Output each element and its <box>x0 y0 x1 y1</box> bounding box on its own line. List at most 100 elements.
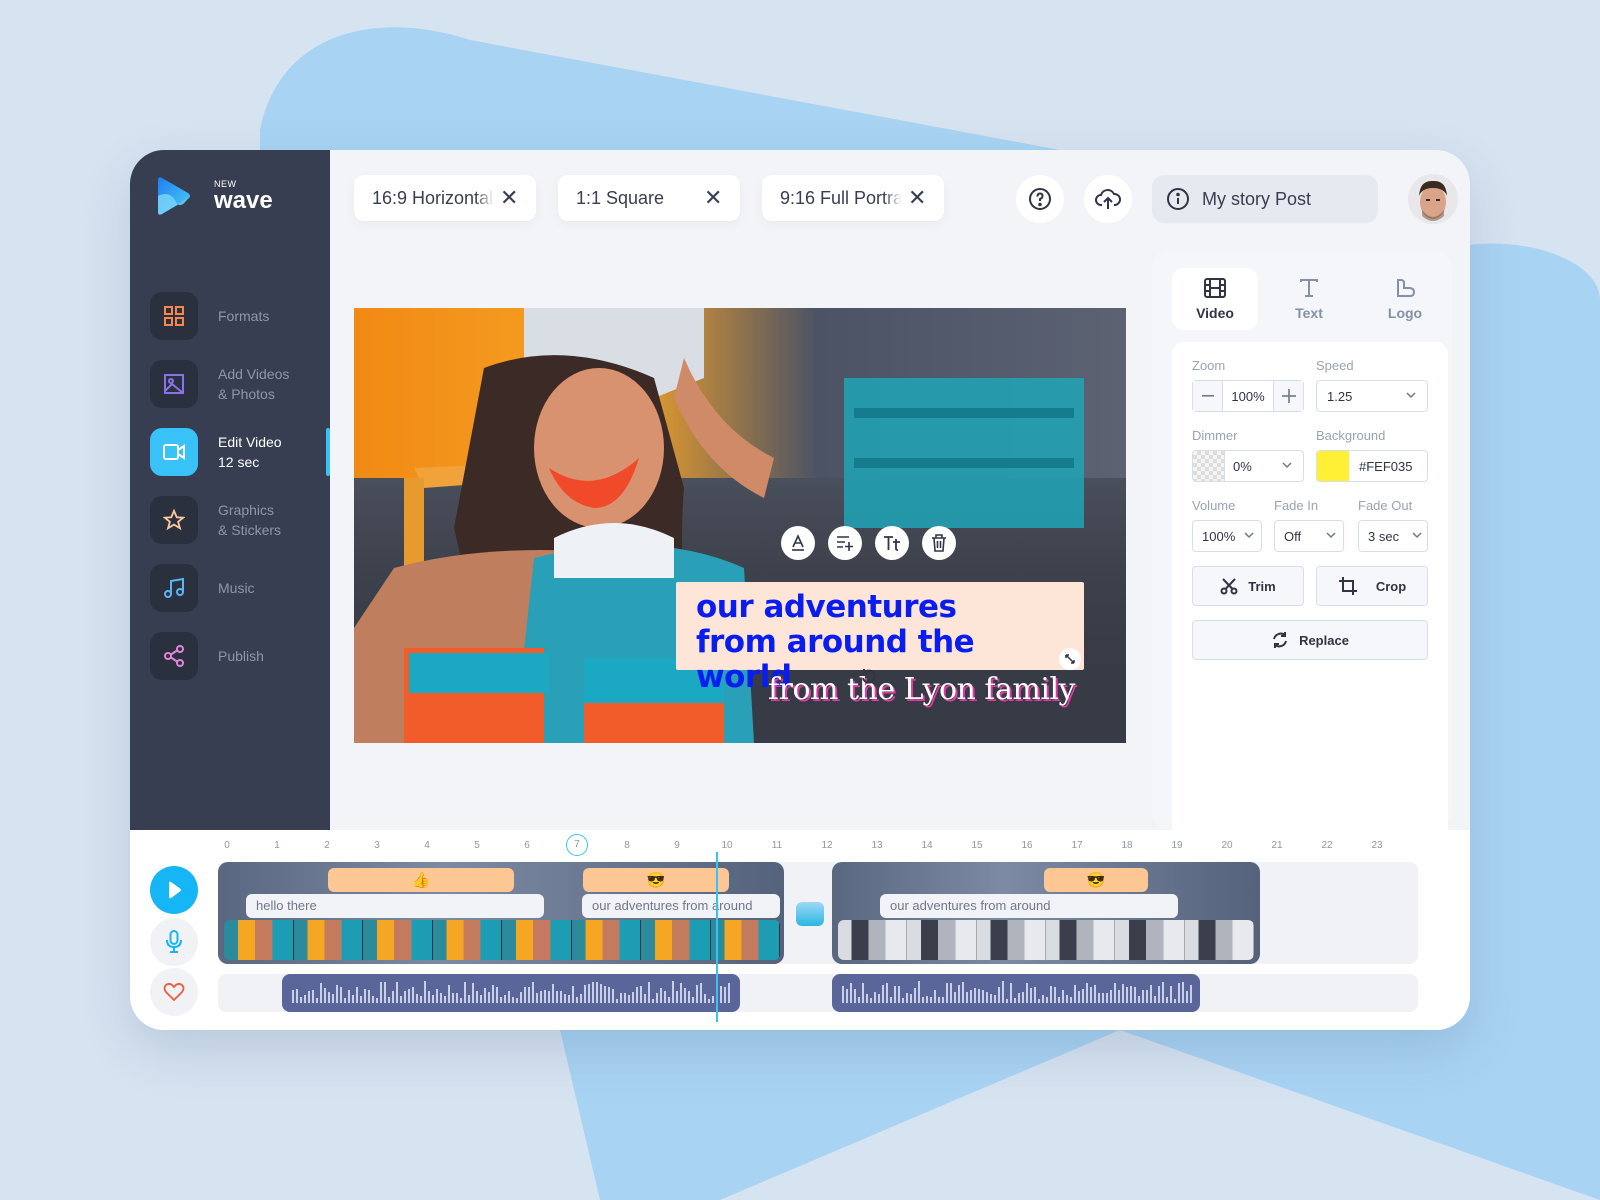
background-color-field[interactable]: #FEF035 <box>1316 450 1428 482</box>
waveform-bar <box>564 994 566 1003</box>
tab-text[interactable]: Text <box>1266 268 1352 330</box>
logo[interactable]: NEW wave <box>156 176 273 216</box>
sidebar-item-add-videos-photos[interactable]: Add Videos & Photos <box>150 360 289 408</box>
project-title-field[interactable]: My story Post <box>1152 175 1378 223</box>
waveform-bar <box>656 992 658 1003</box>
video-clip-1[interactable]: 👍 😎 hello there our adventures from arou… <box>218 862 784 964</box>
user-avatar[interactable] <box>1408 174 1458 224</box>
upload-button[interactable] <box>1084 175 1132 223</box>
font-size-button[interactable] <box>875 526 909 560</box>
waveform-bar <box>616 998 618 1003</box>
text-overlay-item[interactable]: hello there <box>246 894 544 918</box>
waveform-bar <box>982 989 984 1003</box>
waveform-bar <box>412 986 414 1003</box>
timeline-tick: 13 <box>871 840 883 851</box>
tab-logo[interactable]: Logo <box>1362 268 1448 330</box>
tab-video[interactable]: Video <box>1172 268 1258 330</box>
dimmer-value: 0% <box>1233 458 1252 474</box>
waveform-bar <box>854 989 856 1003</box>
format-tab-label: 1:1 Square <box>576 187 665 208</box>
playhead[interactable] <box>716 852 718 1022</box>
text-overlay-item[interactable]: our adventures from around <box>880 894 1178 918</box>
waveform-bar <box>592 981 594 1003</box>
star-icon <box>163 509 185 531</box>
dimmer-label: Dimmer <box>1192 428 1238 443</box>
sidebar-item-formats[interactable]: Formats <box>150 292 289 340</box>
waveform-bar <box>516 998 518 1003</box>
waveform-bar <box>328 991 330 1003</box>
refresh-icon <box>1273 632 1288 648</box>
waveform-bar <box>1118 990 1120 1003</box>
video-clip-2[interactable]: 😎 our adventures from around <box>832 862 1260 964</box>
favorite-button[interactable] <box>150 968 198 1016</box>
zoom-decrease-button[interactable] <box>1193 381 1223 411</box>
caption-text-box[interactable]: our adventures from around the world <box>676 582 1084 695</box>
speed-label: Speed <box>1316 358 1354 373</box>
close-icon[interactable]: ✕ <box>704 187 722 209</box>
sidebar-item-publish[interactable]: Publish <box>150 632 289 680</box>
waveform-bar <box>1174 998 1176 1003</box>
resize-handle[interactable] <box>1059 648 1081 670</box>
timeline-tick: 3 <box>374 840 380 851</box>
format-tab-portrait[interactable]: 9:16 Full Portrait ✕ <box>762 175 945 221</box>
wave-logo-icon <box>158 177 190 215</box>
audio-clip-2[interactable] <box>832 974 1200 1012</box>
video-settings-card: Zoom 100% Speed 1.25 Dimmer 0% Backgroun… <box>1172 342 1448 842</box>
play-button[interactable] <box>150 866 198 914</box>
volume-value: 100% <box>1202 528 1236 544</box>
video-preview[interactable]: our adventures from around the world fro… <box>354 308 1126 743</box>
waveform-bar <box>316 997 318 1003</box>
speed-select[interactable]: 1.25 <box>1316 380 1428 412</box>
text-overlay-item[interactable]: our adventures from around <box>582 894 780 918</box>
close-icon[interactable]: ✕ <box>500 187 518 209</box>
waveform-bar <box>692 996 694 1003</box>
crop-button[interactable]: Crop <box>1316 566 1428 606</box>
zoom-increase-button[interactable] <box>1273 381 1303 411</box>
waveform-bar <box>1006 998 1008 1003</box>
delete-text-button[interactable] <box>922 526 956 560</box>
waveform-bar <box>548 991 550 1003</box>
replace-button[interactable]: Replace <box>1192 620 1428 660</box>
sticker-sunglasses[interactable]: 😎 <box>583 868 729 892</box>
help-button[interactable] <box>1016 175 1064 223</box>
zoom-value[interactable]: 100% <box>1223 389 1273 404</box>
trim-button[interactable]: Trim <box>1192 566 1304 606</box>
waveform-bar <box>962 982 964 1003</box>
sidebar-item-edit-video[interactable]: Edit Video 12 sec <box>150 428 289 476</box>
sticker-sunglasses[interactable]: 😎 <box>1044 868 1148 892</box>
voiceover-button[interactable] <box>150 918 198 966</box>
microphone-icon <box>166 930 182 953</box>
color-swatch[interactable] <box>1317 451 1349 481</box>
waveform-bar <box>1126 986 1128 1003</box>
waveform-bar <box>846 988 848 1003</box>
waveform-bar <box>324 988 326 1003</box>
close-icon[interactable]: ✕ <box>908 187 926 209</box>
text-color-button[interactable] <box>781 526 815 560</box>
timeline-tick: 5 <box>474 840 480 851</box>
waveform-bar <box>1154 996 1156 1003</box>
video-track: 👍 😎 hello there our adventures from arou… <box>218 862 1418 964</box>
rotate-handle[interactable] <box>858 666 880 688</box>
waveform-bar <box>934 990 936 1003</box>
audio-clip-1[interactable] <box>282 974 740 1012</box>
brand-name: wave <box>214 186 273 214</box>
format-tab-horizontal[interactable]: 16:9 Horizontal ✕ <box>354 175 537 221</box>
volume-select[interactable]: 100% <box>1192 520 1262 552</box>
fade-out-select[interactable]: 3 sec <box>1358 520 1428 552</box>
caption-subtitle[interactable]: from the Lyon family <box>768 672 1076 707</box>
filmstrip-frame <box>571 920 641 960</box>
waveform-bar <box>970 989 972 1003</box>
waveform-bar <box>1062 989 1064 1003</box>
transition-marker[interactable] <box>796 902 824 926</box>
waveform-bar <box>1074 985 1076 1003</box>
add-text-line-button[interactable] <box>828 526 862 560</box>
sidebar-item-music[interactable]: Music <box>150 564 289 612</box>
sidebar-item-graphics-stickers[interactable]: Graphics & Stickers <box>150 496 289 544</box>
sticker-thumbs-up[interactable]: 👍 <box>328 868 514 892</box>
fade-in-select[interactable]: Off <box>1274 520 1344 552</box>
format-tab-square[interactable]: 1:1 Square ✕ <box>558 175 741 221</box>
dimmer-select[interactable]: 0% <box>1192 450 1304 482</box>
waveform-bar <box>1110 989 1112 1003</box>
sidebar-item-label: Add Videos & Photos <box>218 366 290 402</box>
waveform-bar <box>588 983 590 1003</box>
